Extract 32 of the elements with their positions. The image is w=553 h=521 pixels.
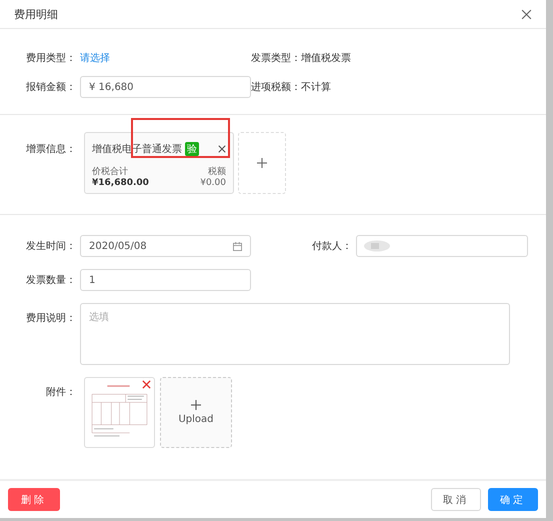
- upload-button[interactable]: Upload: [160, 377, 232, 448]
- field-label: 发票数量：: [26, 274, 77, 287]
- verified-badge: 验: [185, 142, 199, 156]
- field-text: 进项税额：不计算: [251, 80, 332, 94]
- tax-amount: ¥0.00: [200, 178, 226, 188]
- close-icon[interactable]: [521, 8, 532, 20]
- field-label: 附件：: [45, 386, 77, 400]
- attachment-thumbnail[interactable]: [84, 377, 155, 448]
- redacted-blur: [363, 240, 391, 252]
- field-label: 增票信息：: [25, 142, 77, 156]
- tax-label: 税额: [208, 166, 226, 178]
- field-label: 费用类型：: [26, 52, 77, 65]
- calendar-icon: [233, 242, 242, 250]
- payer-input[interactable]: [356, 235, 528, 257]
- field-label: 费用说明：: [26, 312, 77, 325]
- delete-icon[interactable]: [142, 380, 151, 389]
- plus-icon: [257, 158, 267, 168]
- total-label: 价税合计: [92, 166, 128, 178]
- plus-icon: [191, 400, 201, 410]
- close-icon[interactable]: [218, 145, 226, 153]
- field-label: 付款人：: [312, 240, 352, 253]
- field-label: 报销金额：: [26, 80, 77, 94]
- field-text: 发票类型：增值税发票: [251, 52, 352, 65]
- amount-input[interactable]: ¥ 16,680: [80, 76, 251, 98]
- description-field[interactable]: 选填: [80, 303, 510, 365]
- count-input[interactable]: 1: [80, 269, 251, 291]
- dialog-title: 费用明细: [14, 6, 58, 22]
- field-label: 发生时间：: [26, 240, 77, 253]
- cancel-button[interactable]: 取消: [431, 488, 481, 511]
- date-input[interactable]: 2020/05/08: [80, 235, 251, 257]
- total-amount: ¥16,680.00: [92, 178, 149, 188]
- select-link[interactable]: 请选择: [80, 51, 251, 65]
